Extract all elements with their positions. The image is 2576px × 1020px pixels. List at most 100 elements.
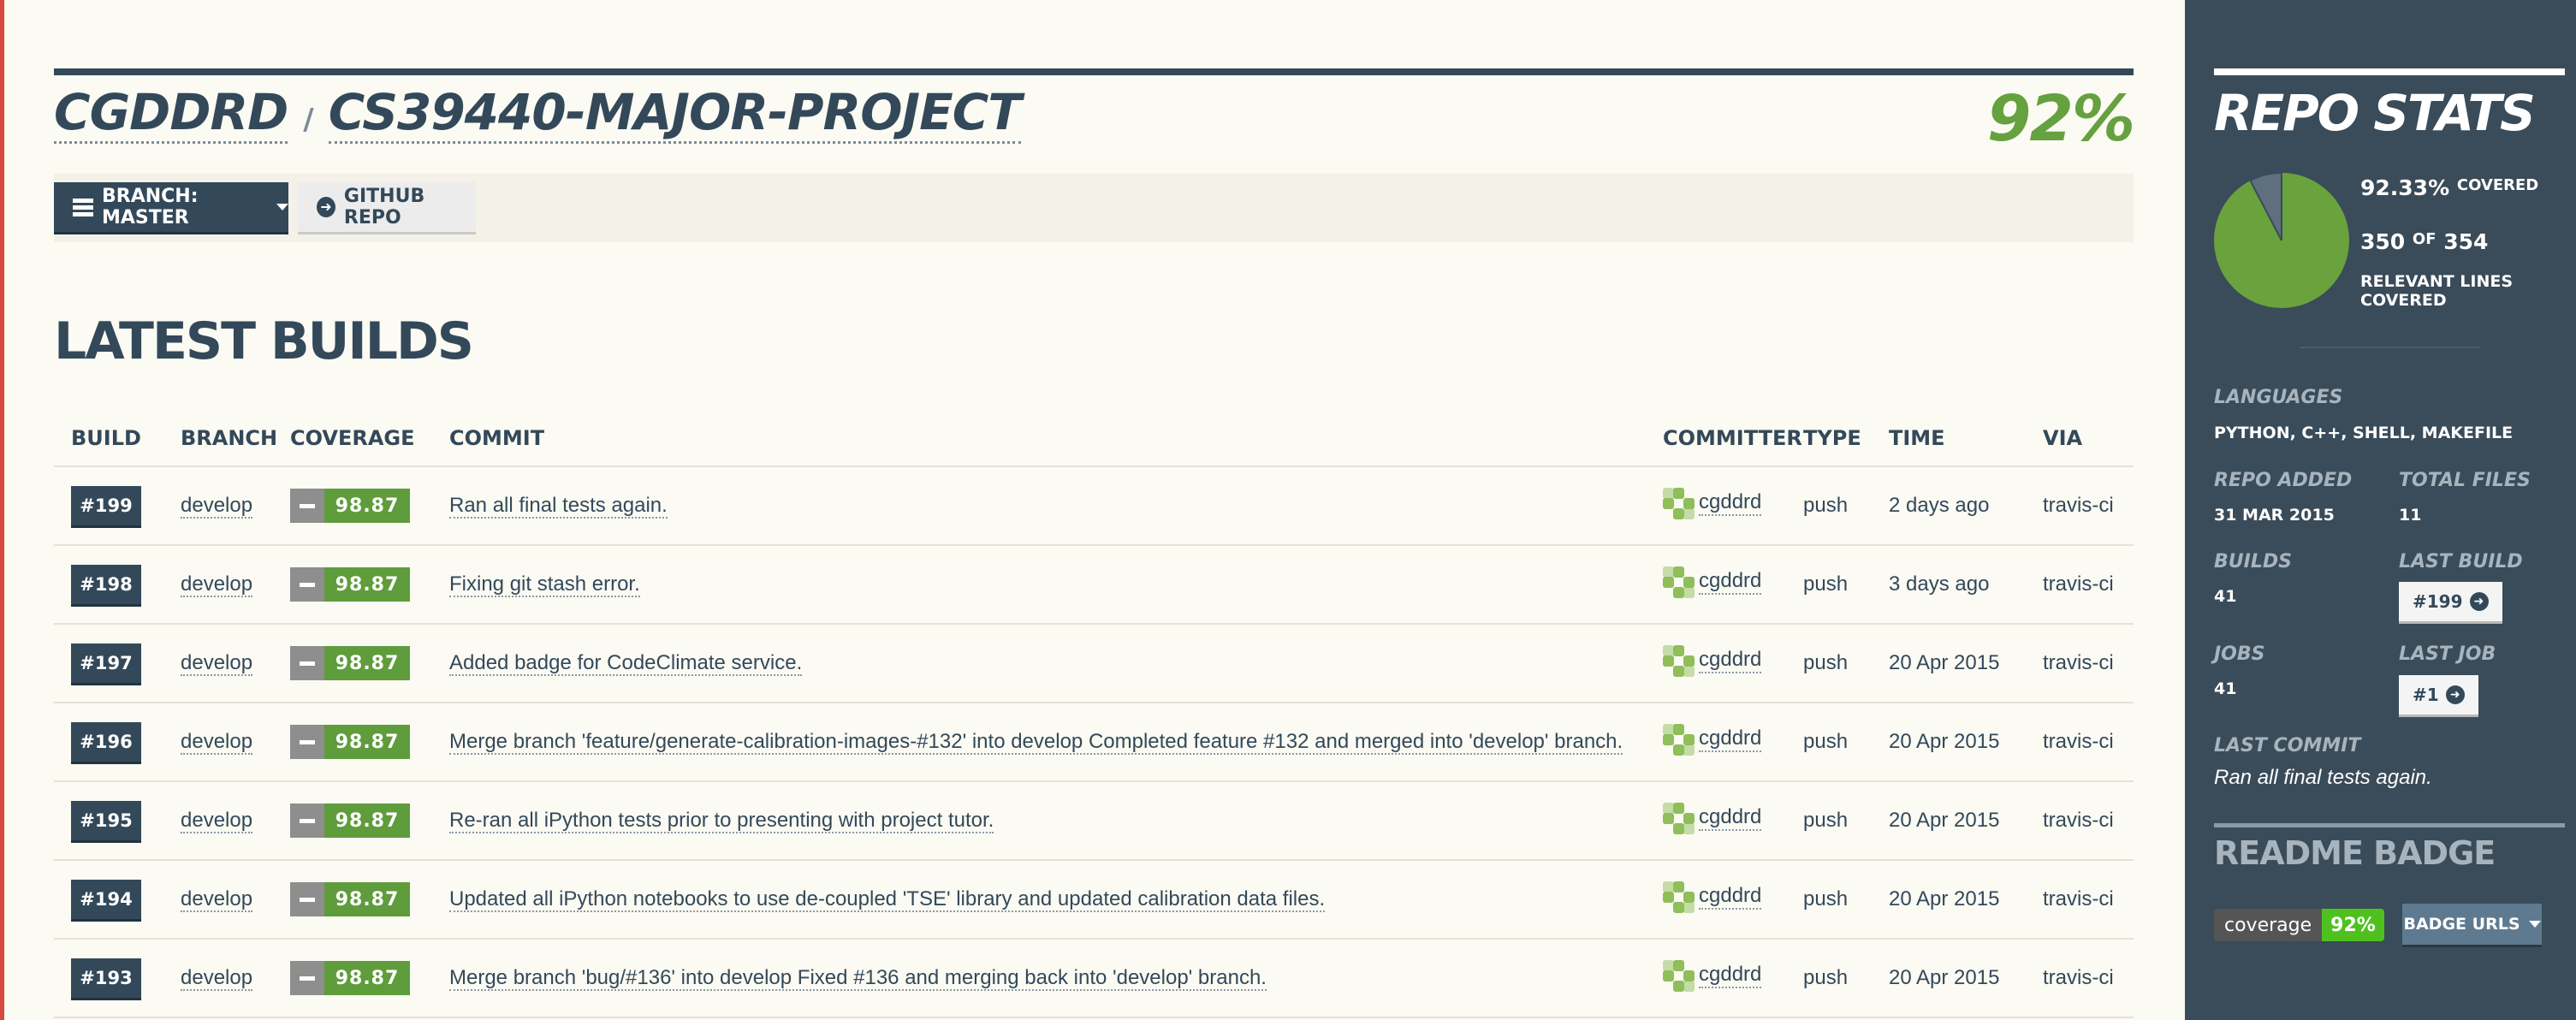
commit-message-link[interactable]: Fixing git stash error.	[449, 572, 640, 597]
coverage-cell: 98.87	[290, 703, 449, 782]
toolbar: BRANCH: MASTER ➜ GITHUB REPO	[54, 174, 2134, 242]
repo-owner-link[interactable]: CGDDRD	[54, 84, 288, 144]
branch-cell: develop	[181, 624, 290, 703]
branch-cell: develop	[181, 860, 290, 940]
commit-message-link[interactable]: Re-ran all iPython tests prior to presen…	[449, 809, 994, 833]
languages-label: LANGUAGES	[2214, 387, 2343, 408]
via-cell: travis-ci	[2043, 624, 2134, 703]
builds-table-header: BUILD BRANCH COVERAGE COMMIT COMMITTER T…	[54, 411, 2134, 467]
branch-link[interactable]: develop	[181, 572, 253, 597]
coverage-cell: 98.87	[290, 860, 449, 940]
coverage-value: 98.87	[324, 646, 410, 680]
via-cell: travis-ci	[2043, 860, 2134, 940]
build-number-button[interactable]: #194	[71, 880, 141, 919]
build-number-button[interactable]: #195	[71, 801, 141, 840]
coverage-unchanged-icon	[290, 646, 324, 680]
last-build-button[interactable]: #199 ➜	[2399, 582, 2502, 621]
commit-cell: Merge branch 'bug/#136' into develop Fix…	[449, 939, 1663, 1018]
sidebar-readme-rule	[2214, 823, 2565, 827]
build-number-button[interactable]: #193	[71, 958, 141, 998]
committer: cgddrd	[1663, 644, 1762, 677]
badge-label: coverage	[2214, 909, 2323, 941]
commit-cell: Added badge for CodeClimate service.	[449, 624, 1663, 703]
commit-cell: Fixing git stash error.	[449, 545, 1663, 625]
coverage-badge[interactable]: coverage 92%	[2214, 909, 2384, 941]
committer-link[interactable]: cgddrd	[1699, 490, 1762, 516]
commit-message-link[interactable]: Merge branch 'bug/#136' into develop Fix…	[449, 966, 1267, 991]
circle-arrow-right-icon: ➜	[2445, 685, 2465, 704]
branch-link[interactable]: develop	[181, 494, 253, 519]
via-cell: travis-ci	[2043, 703, 2134, 782]
repo-stats-title: REPO STATS	[2214, 84, 2536, 142]
type-cell: push	[1803, 545, 1889, 625]
build-number-button[interactable]: #196	[71, 722, 141, 762]
badge-urls-dropdown-button[interactable]: BADGE URLS	[2402, 904, 2542, 945]
commit-message-link[interactable]: Updated all iPython notebooks to use de-…	[449, 887, 1326, 912]
coverage-pill: 98.87	[290, 725, 410, 759]
top-rule	[54, 68, 2134, 75]
coverage-cell: 98.87	[290, 781, 449, 861]
covered-word: COVERED	[2456, 176, 2539, 194]
circle-arrow-right-icon: ➜	[317, 197, 335, 217]
branch-link[interactable]: develop	[181, 966, 253, 991]
last-build-value: #199	[2413, 591, 2463, 612]
branch-link[interactable]: develop	[181, 730, 253, 755]
last-job-button[interactable]: #1 ➜	[2399, 675, 2478, 715]
branch-link[interactable]: develop	[181, 887, 253, 912]
badge-urls-label: BADGE URLS	[2403, 915, 2520, 934]
coverage-cell: 98.87	[290, 545, 449, 625]
committer-link[interactable]: cgddrd	[1699, 569, 1762, 595]
latest-builds-title: LATEST BUILDS	[54, 311, 474, 371]
circle-arrow-right-icon: ➜	[2469, 592, 2489, 611]
commit-message-link[interactable]: Merge branch 'feature/generate-calibrati…	[449, 730, 1623, 755]
committer-cell: cgddrd	[1663, 703, 1803, 782]
coverage-unchanged-icon	[290, 961, 324, 995]
branch-cell: develop	[181, 545, 290, 625]
repo-title: CGDDRD / CS39440-MAJOR-PROJECT	[54, 84, 1022, 152]
commit-message-link[interactable]: Ran all final tests again.	[449, 494, 668, 519]
type-cell: push	[1803, 781, 1889, 861]
committer-avatar	[1663, 723, 1695, 756]
committer-link[interactable]: cgddrd	[1699, 648, 1762, 673]
sidebar-divider	[2300, 347, 2480, 348]
header-commit: COMMIT	[449, 411, 1663, 467]
commit-cell: Merge branch 'feature/generate-calibrati…	[449, 703, 1663, 782]
committer-avatar	[1663, 487, 1695, 519]
committer-link[interactable]: cgddrd	[1699, 805, 1762, 831]
covered-percent-value: 92.33%	[2360, 175, 2450, 200]
time-cell: 20 Apr 2015	[1889, 703, 2043, 782]
commit-message-link[interactable]: Added badge for CodeClimate service.	[449, 651, 803, 676]
committer-link[interactable]: cgddrd	[1699, 884, 1762, 910]
build-cell: #194	[54, 860, 181, 940]
build-number-button[interactable]: #199	[71, 486, 141, 525]
committer-link[interactable]: cgddrd	[1699, 963, 1762, 988]
time-cell: 2 days ago	[1889, 466, 2043, 546]
type-cell: push	[1803, 624, 1889, 703]
coverage-pill: 98.87	[290, 567, 410, 602]
committer-avatar	[1663, 802, 1695, 834]
list-icon	[73, 198, 93, 216]
build-number-button[interactable]: #198	[71, 565, 141, 604]
repo-name-link[interactable]: CS39440-MAJOR-PROJECT	[328, 84, 1022, 144]
committer-cell: cgddrd	[1663, 939, 1803, 1018]
left-edge-accent	[0, 0, 4, 1020]
time-cell: 20 Apr 2015	[1889, 939, 2043, 1018]
coverage-pie-chart	[2214, 173, 2349, 308]
github-repo-button[interactable]: ➜ GITHUB REPO	[298, 182, 476, 232]
coverage-pill: 98.87	[290, 961, 410, 995]
committer: cgddrd	[1663, 959, 1762, 992]
type-cell: push	[1803, 860, 1889, 940]
branch-link[interactable]: develop	[181, 809, 253, 833]
readme-badge-title: README BADGE	[2214, 834, 2496, 872]
header-time: TIME	[1889, 411, 2043, 467]
committer-link[interactable]: cgddrd	[1699, 726, 1762, 752]
build-number-button[interactable]: #197	[71, 643, 141, 683]
via-cell: travis-ci	[2043, 939, 2134, 1018]
coverage-cell: 98.87	[290, 939, 449, 1018]
branch-dropdown-button[interactable]: BRANCH: MASTER	[54, 182, 288, 232]
caret-down-icon	[2528, 921, 2541, 928]
build-cell: #193	[54, 939, 181, 1018]
coverage-cell: 98.87	[290, 624, 449, 703]
committer-avatar	[1663, 881, 1695, 913]
branch-link[interactable]: develop	[181, 651, 253, 676]
